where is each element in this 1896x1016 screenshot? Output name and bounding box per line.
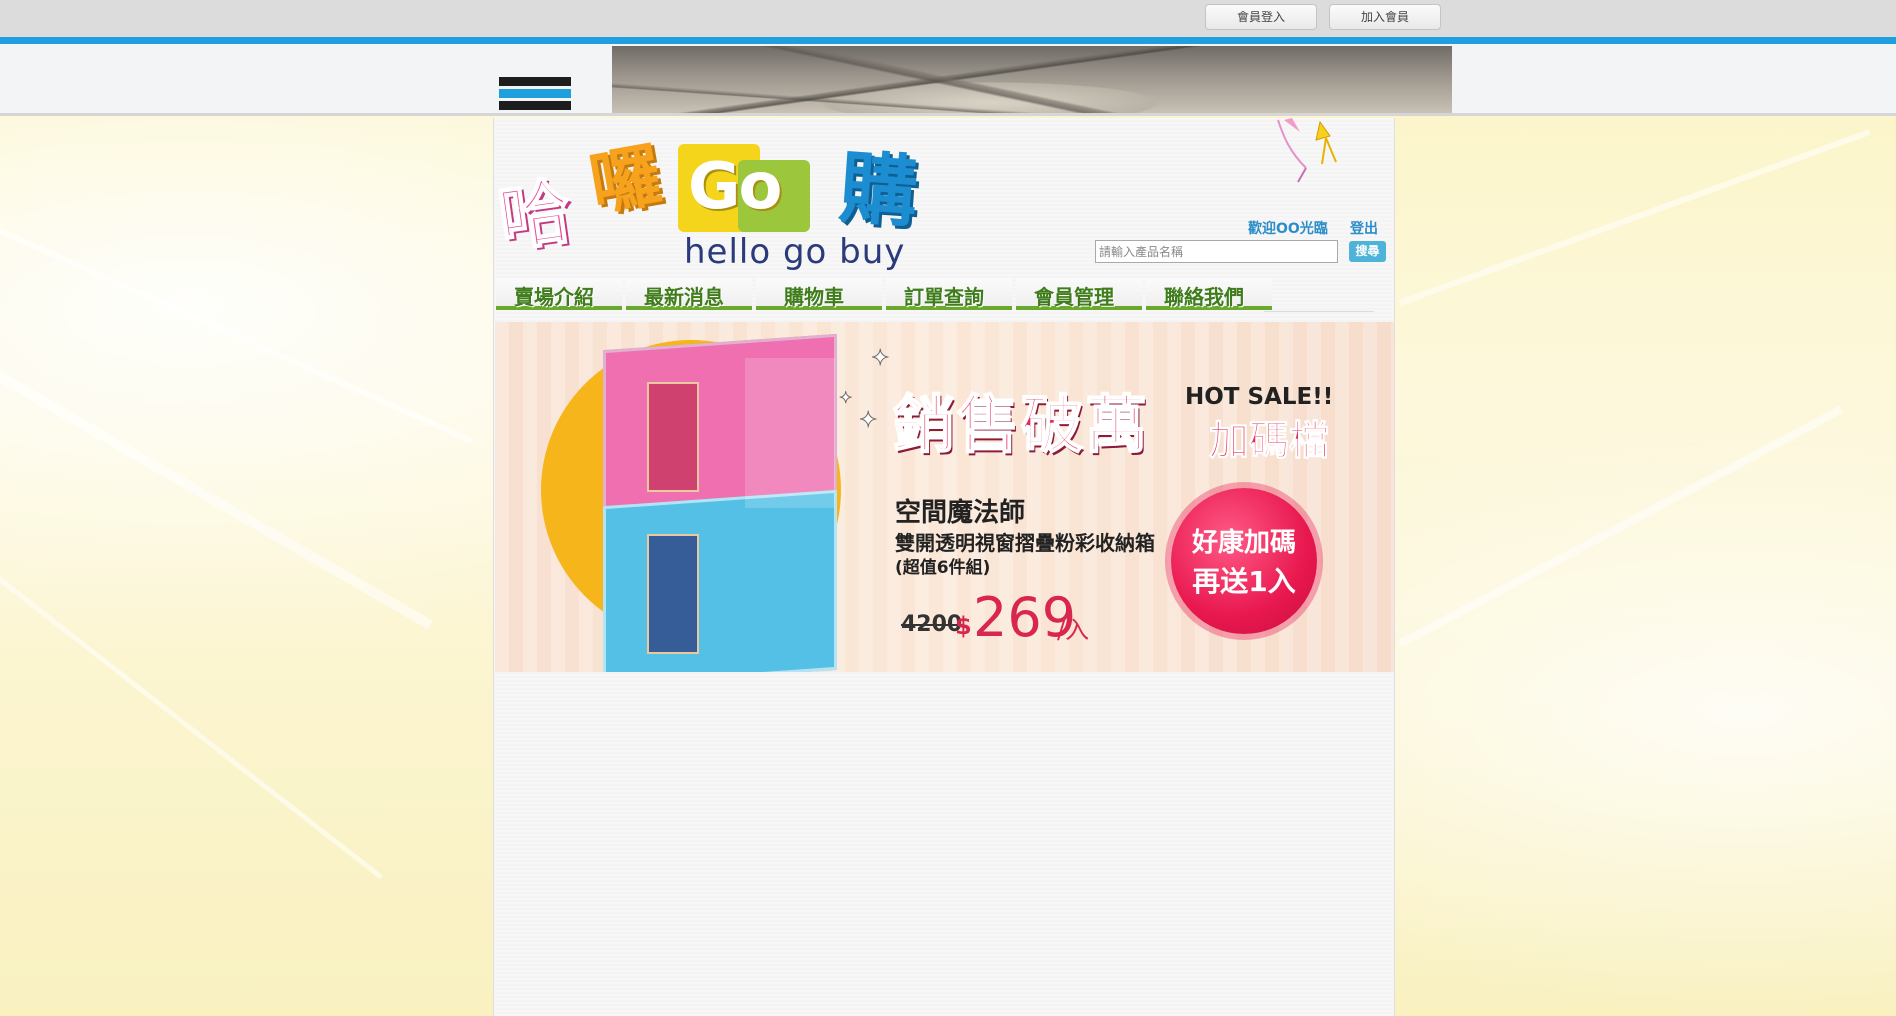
background-ray [1398,129,1871,306]
logout-link[interactable]: 登出 [1350,218,1378,238]
nav-item-store-intro[interactable]: 賣場介紹 [496,278,622,310]
logo-go: Go [688,150,782,224]
box-side-shade [745,358,835,508]
nav-item-cart[interactable]: 購物車 [756,278,882,310]
join-member-button[interactable]: 加入會員 [1329,4,1441,30]
box-window [647,382,699,492]
background-ray [0,210,473,444]
bonus-badge: 好康加碼 再送1入 [1171,488,1317,634]
banner-headline: 銷售破萬 [892,387,1150,462]
background-ray [1398,405,1844,648]
badge-line-2: 再送1入 [1192,565,1296,598]
nav-item-member-management[interactable]: 會員管理 [1016,278,1142,310]
header-photo [612,46,1452,113]
search-button[interactable]: 搜尋 [1349,241,1386,262]
hamburger-menu-icon[interactable] [499,77,571,113]
product-note: (超值6件組) [895,558,991,578]
nav-item-label: 聯絡我們 [1164,285,1244,309]
accent-line [0,37,1896,44]
nav-item-contact-us[interactable]: 聯絡我們 [1146,278,1272,310]
currency-symbol: $ [955,612,972,640]
nav-divider [1264,311,1374,312]
badge-line-1: 好康加碼 [1191,528,1296,558]
top-bar: 會員登入 加入會員 [0,0,1896,37]
site-logo[interactable]: 哈 囉 Go 購 hello go buy [492,120,968,280]
price-unit: /入 [1057,616,1090,644]
box-window [647,534,699,654]
sparkle-icon: ✦ [858,408,878,434]
logo-char-ha: 哈 [492,167,577,262]
logo-char-buy: 購 [836,143,921,239]
nav-item-order-query[interactable]: 訂單查詢 [886,278,1012,310]
search-input[interactable] [1095,240,1338,263]
nav-item-label: 購物車 [784,285,844,309]
sparkle-icon: ✦ [838,388,853,408]
main-container: 哈 囉 Go 購 hello go buy 歡迎OO光臨 登出 搜尋 賣場介紹 … [492,118,1395,1016]
old-price: 4200 [901,612,963,637]
banner-hot-sale: HOT SALE!! [1185,384,1334,410]
logo-char-lo: 囉 [584,133,668,227]
storage-box-blue [603,489,837,672]
product-name: 空間魔法師 [895,498,1026,528]
welcome-text: 歡迎OO光臨 [1248,221,1328,237]
ribbon-bow-icon [1277,118,1337,183]
sparkle-icon: ✦ [870,346,890,372]
promo-banner[interactable]: ✦ ✦ ✦ 銷售破萬 HOT SALE!! 加碼檔 空間魔法師 雙開透明視窗摺疊… [495,322,1394,672]
nav-item-label: 最新消息 [644,285,724,309]
nav-item-label: 會員管理 [1034,285,1114,309]
background-ray [0,360,433,630]
header-band [0,44,1896,116]
nav-item-label: 訂單查詢 [904,285,984,309]
nav-item-label: 賣場介紹 [514,285,594,309]
logo-subtitle: hello go buy [684,232,906,272]
background-ray [0,530,383,880]
member-login-button[interactable]: 會員登入 [1205,4,1317,30]
product-description: 雙開透明視窗摺疊粉彩收納箱 [895,531,1155,555]
nav-item-news[interactable]: 最新消息 [626,278,752,310]
banner-headline-suffix: 加碼檔 [1209,418,1330,465]
